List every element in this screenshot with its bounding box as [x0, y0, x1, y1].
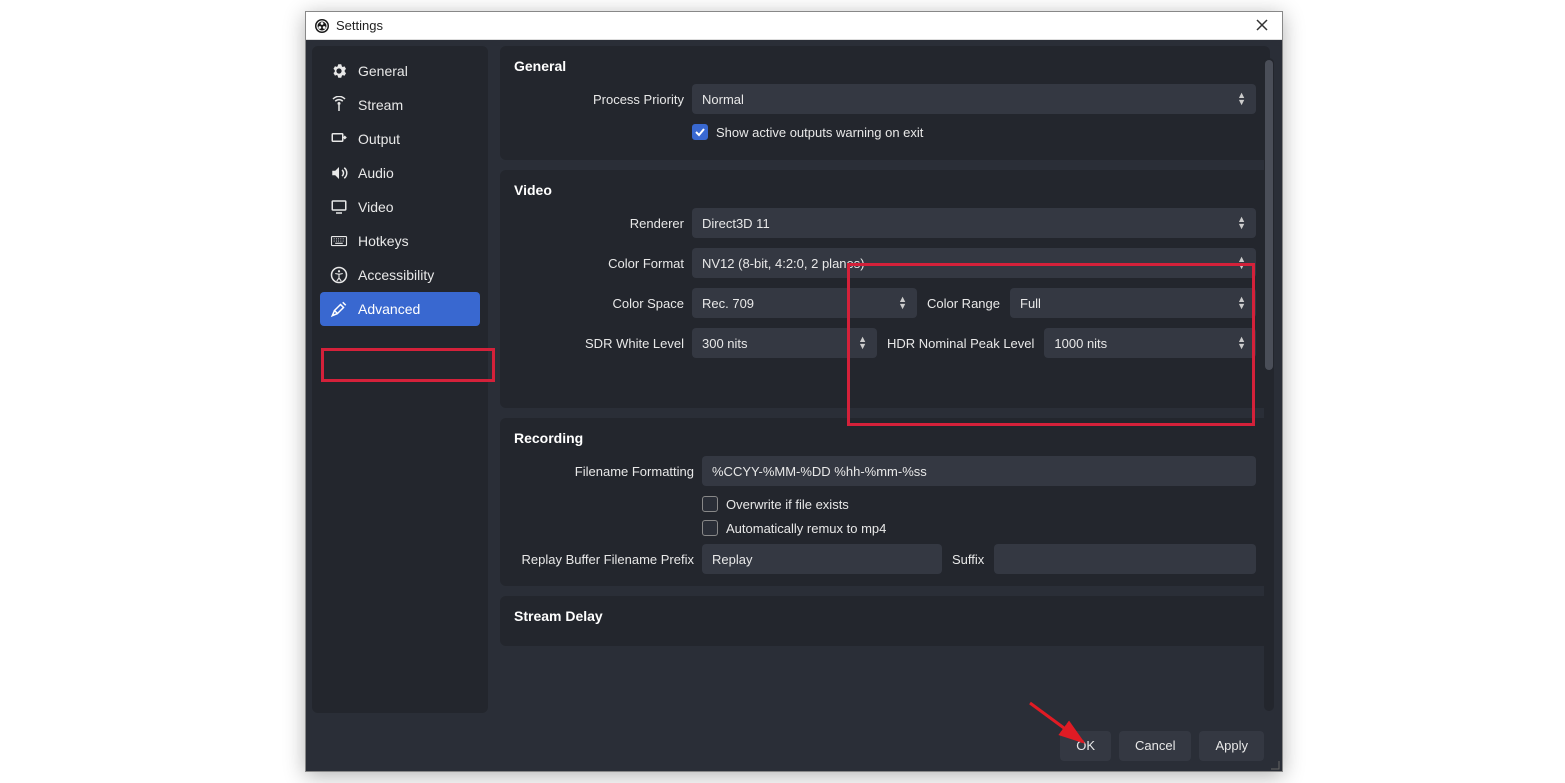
chevron-updown-icon: ▲▼ [1237, 336, 1246, 350]
sidebar-item-general[interactable]: General [320, 54, 480, 88]
sidebar-item-stream[interactable]: Stream [320, 88, 480, 122]
sidebar: General Stream Output Audio Video Hotkey… [312, 46, 488, 713]
color-space-label: Color Space [514, 296, 684, 311]
output-icon [330, 130, 348, 148]
sdr-white-label: SDR White Level [514, 336, 684, 351]
sidebar-item-label: Output [358, 131, 400, 147]
renderer-select[interactable]: Direct3D 11 ▲▼ [692, 208, 1256, 238]
obs-app-icon [314, 18, 330, 34]
sidebar-item-label: General [358, 63, 408, 79]
sidebar-item-video[interactable]: Video [320, 190, 480, 224]
section-title-recording: Recording [514, 430, 1256, 446]
replay-suffix-input[interactable] [994, 544, 1256, 574]
overwrite-label: Overwrite if file exists [726, 497, 849, 512]
automux-label: Automatically remux to mp4 [726, 521, 886, 536]
color-space-select[interactable]: Rec. 709 ▲▼ [692, 288, 917, 318]
chevron-updown-icon: ▲▼ [1237, 296, 1246, 310]
tools-icon [330, 300, 348, 318]
hdr-peak-label: HDR Nominal Peak Level [887, 336, 1034, 351]
sidebar-item-hotkeys[interactable]: Hotkeys [320, 224, 480, 258]
scrollbar[interactable] [1264, 58, 1274, 711]
sdr-white-spinner[interactable]: 300 nits ▲▼ [692, 328, 877, 358]
filename-formatting-label: Filename Formatting [514, 464, 694, 479]
close-icon [1256, 19, 1268, 31]
panel-video: Video Renderer Direct3D 11 ▲▼ Color Form… [500, 170, 1270, 408]
section-title-general: General [514, 58, 1256, 74]
monitor-icon [330, 198, 348, 216]
apply-button[interactable]: Apply [1199, 731, 1264, 761]
chevron-updown-icon: ▲▼ [1237, 216, 1246, 230]
process-priority-label: Process Priority [514, 92, 684, 107]
show-active-outputs-label: Show active outputs warning on exit [716, 125, 923, 140]
settings-main: General Process Priority Normal ▲▼ Show … [494, 40, 1282, 719]
sidebar-item-label: Video [358, 199, 394, 215]
sidebar-item-label: Hotkeys [358, 233, 409, 249]
sidebar-item-advanced[interactable]: Advanced [320, 292, 480, 326]
settings-body: General Stream Output Audio Video Hotkey… [306, 40, 1282, 719]
cancel-button[interactable]: Cancel [1119, 731, 1191, 761]
check-icon [694, 126, 706, 138]
window-title: Settings [336, 18, 383, 33]
scrollbar-thumb[interactable] [1265, 60, 1273, 370]
sidebar-item-label: Audio [358, 165, 394, 181]
overwrite-checkbox[interactable] [702, 496, 718, 512]
panel-recording: Recording Filename Formatting %CCYY-%MM-… [500, 418, 1270, 586]
sidebar-item-audio[interactable]: Audio [320, 156, 480, 190]
replay-prefix-label: Replay Buffer Filename Prefix [514, 552, 694, 567]
sidebar-item-label: Advanced [358, 301, 420, 317]
replay-prefix-input[interactable]: Replay [702, 544, 942, 574]
sidebar-item-label: Stream [358, 97, 403, 113]
sidebar-item-accessibility[interactable]: Accessibility [320, 258, 480, 292]
panel-stream-delay: Stream Delay [500, 596, 1270, 646]
process-priority-select[interactable]: Normal ▲▼ [692, 84, 1256, 114]
resize-grip[interactable] [1268, 757, 1280, 769]
panel-general: General Process Priority Normal ▲▼ Show … [500, 46, 1270, 160]
automux-checkbox[interactable] [702, 520, 718, 536]
section-title-stream-delay: Stream Delay [514, 608, 1256, 624]
filename-formatting-input[interactable]: %CCYY-%MM-%DD %hh-%mm-%ss [702, 456, 1256, 486]
show-active-outputs-checkbox[interactable] [692, 124, 708, 140]
settings-window: Settings General Stream Output Audio [305, 11, 1283, 772]
color-format-select[interactable]: NV12 (8-bit, 4:2:0, 2 planes) ▲▼ [692, 248, 1256, 278]
titlebar: Settings [306, 12, 1282, 40]
replay-suffix-label: Suffix [952, 552, 984, 567]
accessibility-icon [330, 266, 348, 284]
ok-button[interactable]: OK [1060, 731, 1111, 761]
speaker-icon [330, 164, 348, 182]
chevron-updown-icon: ▲▼ [1237, 92, 1246, 106]
color-range-label: Color Range [927, 296, 1000, 311]
sidebar-item-output[interactable]: Output [320, 122, 480, 156]
close-button[interactable] [1250, 18, 1274, 34]
keyboard-icon [330, 232, 348, 250]
gear-icon [330, 62, 348, 80]
antenna-icon [330, 96, 348, 114]
color-range-select[interactable]: Full ▲▼ [1010, 288, 1256, 318]
chevron-updown-icon: ▲▼ [1237, 256, 1246, 270]
hdr-peak-spinner[interactable]: 1000 nits ▲▼ [1044, 328, 1256, 358]
chevron-updown-icon: ▲▼ [898, 296, 907, 310]
section-title-video: Video [514, 182, 1256, 198]
color-format-label: Color Format [514, 256, 684, 271]
chevron-updown-icon: ▲▼ [858, 336, 867, 350]
footer: OK Cancel Apply [306, 719, 1282, 771]
renderer-label: Renderer [514, 216, 684, 231]
sidebar-item-label: Accessibility [358, 267, 434, 283]
